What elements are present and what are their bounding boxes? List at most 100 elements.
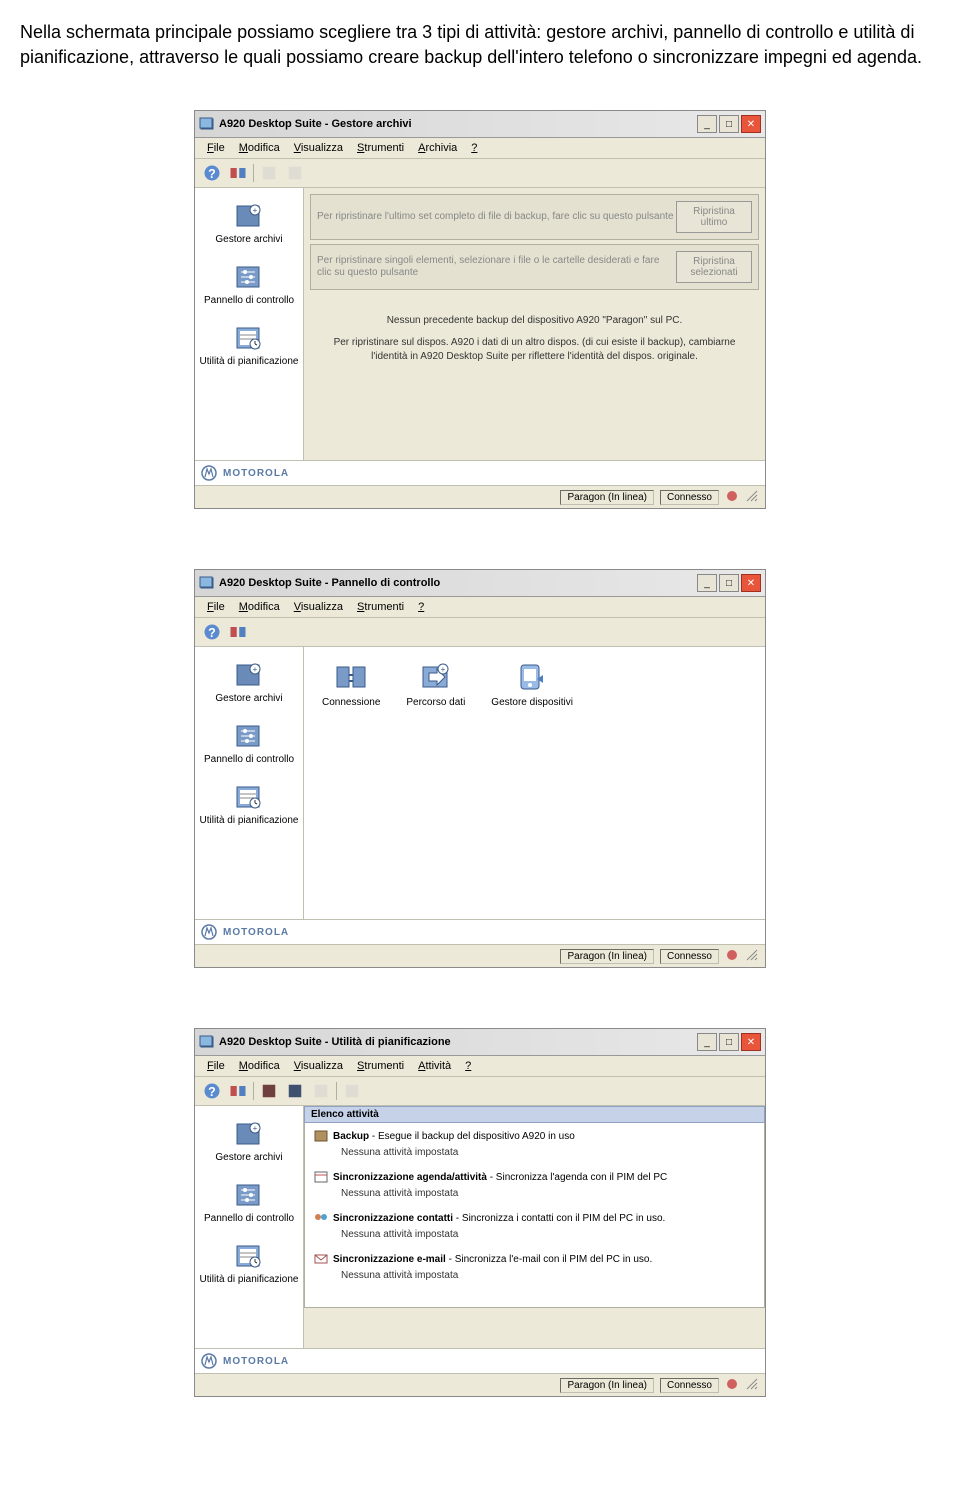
titlebar[interactable]: A920 Desktop Suite - Pannello di control… xyxy=(195,570,765,597)
menu-modifica[interactable]: Modifica xyxy=(233,140,286,156)
panel-icon-connessione[interactable]: Connessione xyxy=(322,661,380,708)
menu-attivita[interactable]: Attività xyxy=(412,1058,457,1074)
activity-backup[interactable]: Backup - Esegue il backup del dispositiv… xyxy=(305,1125,764,1166)
sidebar-item-pannello-controllo[interactable]: Pannello di controllo xyxy=(195,255,303,316)
svg-text:+: + xyxy=(253,1124,258,1133)
schedule-icon xyxy=(233,1240,265,1272)
tb-btn-3[interactable] xyxy=(258,1080,280,1102)
sidebar-item-pannello-controllo[interactable]: Pannello di controllo xyxy=(195,1173,303,1234)
toolbar-separator xyxy=(253,1082,254,1100)
resize-grip-icon[interactable] xyxy=(745,948,759,965)
panel-icon-label: Gestore dispositivi xyxy=(491,697,573,708)
help-icon[interactable]: ? xyxy=(201,1080,223,1102)
menu-modifica[interactable]: Modifica xyxy=(233,599,286,615)
restore-selected-button[interactable]: Ripristina selezionati xyxy=(676,251,752,283)
window-gestore-archivi: A920 Desktop Suite - Gestore archivi _ □… xyxy=(194,110,766,509)
tb-btn-4[interactable] xyxy=(284,162,306,184)
restore-last-button[interactable]: Ripristina ultimo xyxy=(676,201,752,233)
menu-file[interactable]: File xyxy=(201,140,231,156)
menu-file[interactable]: File xyxy=(201,599,231,615)
menu-strumenti[interactable]: Strumenti xyxy=(351,140,410,156)
toolbar-separator xyxy=(253,164,254,182)
restore-instructions: Per ripristinare sul dispos. A920 i dati… xyxy=(310,332,759,368)
control-panel-icon xyxy=(233,720,265,752)
close-button[interactable]: ✕ xyxy=(741,574,761,592)
menu-help[interactable]: ? xyxy=(465,140,483,156)
activity-status: Nessuna attività impostata xyxy=(313,1266,756,1281)
sidebar-item-label: Pannello di controllo xyxy=(204,754,294,765)
archive-icon: + xyxy=(233,659,265,691)
menu-help[interactable]: ? xyxy=(459,1058,477,1074)
maximize-button[interactable]: □ xyxy=(719,115,739,133)
sidebar-item-label: Utilità di pianificazione xyxy=(200,1274,299,1285)
titlebar[interactable]: A920 Desktop Suite - Gestore archivi _ □… xyxy=(195,111,765,138)
help-icon[interactable]: ? xyxy=(201,621,223,643)
tb-btn-6[interactable] xyxy=(341,1080,363,1102)
sidebar-item-pannello-controllo[interactable]: Pannello di controllo xyxy=(195,714,303,775)
connection-icon xyxy=(334,661,368,695)
menu-visualizza[interactable]: Visualizza xyxy=(288,140,349,156)
sidebar: + Gestore archivi Pannello di controllo … xyxy=(195,188,304,460)
devices-icon[interactable] xyxy=(227,1080,249,1102)
content-area: Per ripristinare l'ultimo set completo d… xyxy=(304,188,765,460)
sidebar-item-pianificazione[interactable]: Utilità di pianificazione xyxy=(195,1234,303,1295)
toolbar: ? xyxy=(195,159,765,188)
restore-selected-text: Per ripristinare singoli elementi, selez… xyxy=(317,255,676,279)
brand-bar: MOTOROLA xyxy=(195,460,765,485)
motorola-logo-icon xyxy=(201,465,217,481)
window-title: A920 Desktop Suite - Gestore archivi xyxy=(219,118,697,130)
maximize-button[interactable]: □ xyxy=(719,1033,739,1051)
close-button[interactable]: ✕ xyxy=(741,1033,761,1051)
minimize-button[interactable]: _ xyxy=(697,115,717,133)
status-icon xyxy=(725,1377,739,1394)
brand-bar: MOTOROLA xyxy=(195,919,765,944)
archive-icon: + xyxy=(233,1118,265,1150)
titlebar[interactable]: A920 Desktop Suite - Utilità di pianific… xyxy=(195,1029,765,1056)
panel-icon-percorso-dati[interactable]: + Percorso dati xyxy=(406,661,465,708)
menu-visualizza[interactable]: Visualizza xyxy=(288,599,349,615)
sidebar-item-gestore-archivi[interactable]: + Gestore archivi xyxy=(195,1112,303,1173)
activity-sync-email[interactable]: Sincronizzazione e-mail - Sincronizza l'… xyxy=(305,1248,764,1289)
brand-bar: MOTOROLA xyxy=(195,1348,765,1373)
menu-file[interactable]: File xyxy=(201,1058,231,1074)
activity-status: Nessuna attività impostata xyxy=(313,1184,756,1199)
archive-icon: + xyxy=(233,200,265,232)
devices-icon[interactable] xyxy=(227,621,249,643)
sidebar-item-gestore-archivi[interactable]: + Gestore archivi xyxy=(195,194,303,255)
statusbar: Paragon (In linea) Connesso xyxy=(195,485,765,508)
svg-text:?: ? xyxy=(208,1085,216,1099)
tb-btn-3[interactable] xyxy=(258,162,280,184)
close-button[interactable]: ✕ xyxy=(741,115,761,133)
activity-sync-agenda[interactable]: Sincronizzazione agenda/attività - Sincr… xyxy=(305,1166,764,1207)
window-title: A920 Desktop Suite - Utilità di pianific… xyxy=(219,1036,697,1048)
status-connection: Paragon (In linea) xyxy=(560,949,654,964)
menu-modifica[interactable]: Modifica xyxy=(233,1058,286,1074)
menu-strumenti[interactable]: Strumenti xyxy=(351,599,410,615)
status-connection: Paragon (In linea) xyxy=(560,490,654,505)
menu-help[interactable]: ? xyxy=(412,599,430,615)
tb-btn-5[interactable] xyxy=(310,1080,332,1102)
help-icon[interactable]: ? xyxy=(201,162,223,184)
svg-text:?: ? xyxy=(208,626,216,640)
app-icon xyxy=(199,575,215,591)
toolbar-separator xyxy=(336,1082,337,1100)
maximize-button[interactable]: □ xyxy=(719,574,739,592)
devices-icon[interactable] xyxy=(227,162,249,184)
schedule-icon xyxy=(233,322,265,354)
activity-sync-contacts[interactable]: Sincronizzazione contatti - Sincronizza … xyxy=(305,1207,764,1248)
sidebar-item-gestore-archivi[interactable]: + Gestore archivi xyxy=(195,653,303,714)
resize-grip-icon[interactable] xyxy=(745,489,759,506)
menu-visualizza[interactable]: Visualizza xyxy=(288,1058,349,1074)
menu-strumenti[interactable]: Strumenti xyxy=(351,1058,410,1074)
sidebar-item-pianificazione[interactable]: Utilità di pianificazione xyxy=(195,775,303,836)
menu-archivia[interactable]: Archivia xyxy=(412,140,463,156)
status-connected: Connesso xyxy=(660,949,719,964)
panel-icon-gestore-dispositivi[interactable]: Gestore dispositivi xyxy=(491,661,573,708)
tb-btn-4[interactable] xyxy=(284,1080,306,1102)
sidebar-item-pianificazione[interactable]: Utilità di pianificazione xyxy=(195,316,303,377)
minimize-button[interactable]: _ xyxy=(697,574,717,592)
device-manager-icon xyxy=(515,661,549,695)
minimize-button[interactable]: _ xyxy=(697,1033,717,1051)
resize-grip-icon[interactable] xyxy=(745,1377,759,1394)
sidebar-item-label: Gestore archivi xyxy=(215,1152,282,1163)
